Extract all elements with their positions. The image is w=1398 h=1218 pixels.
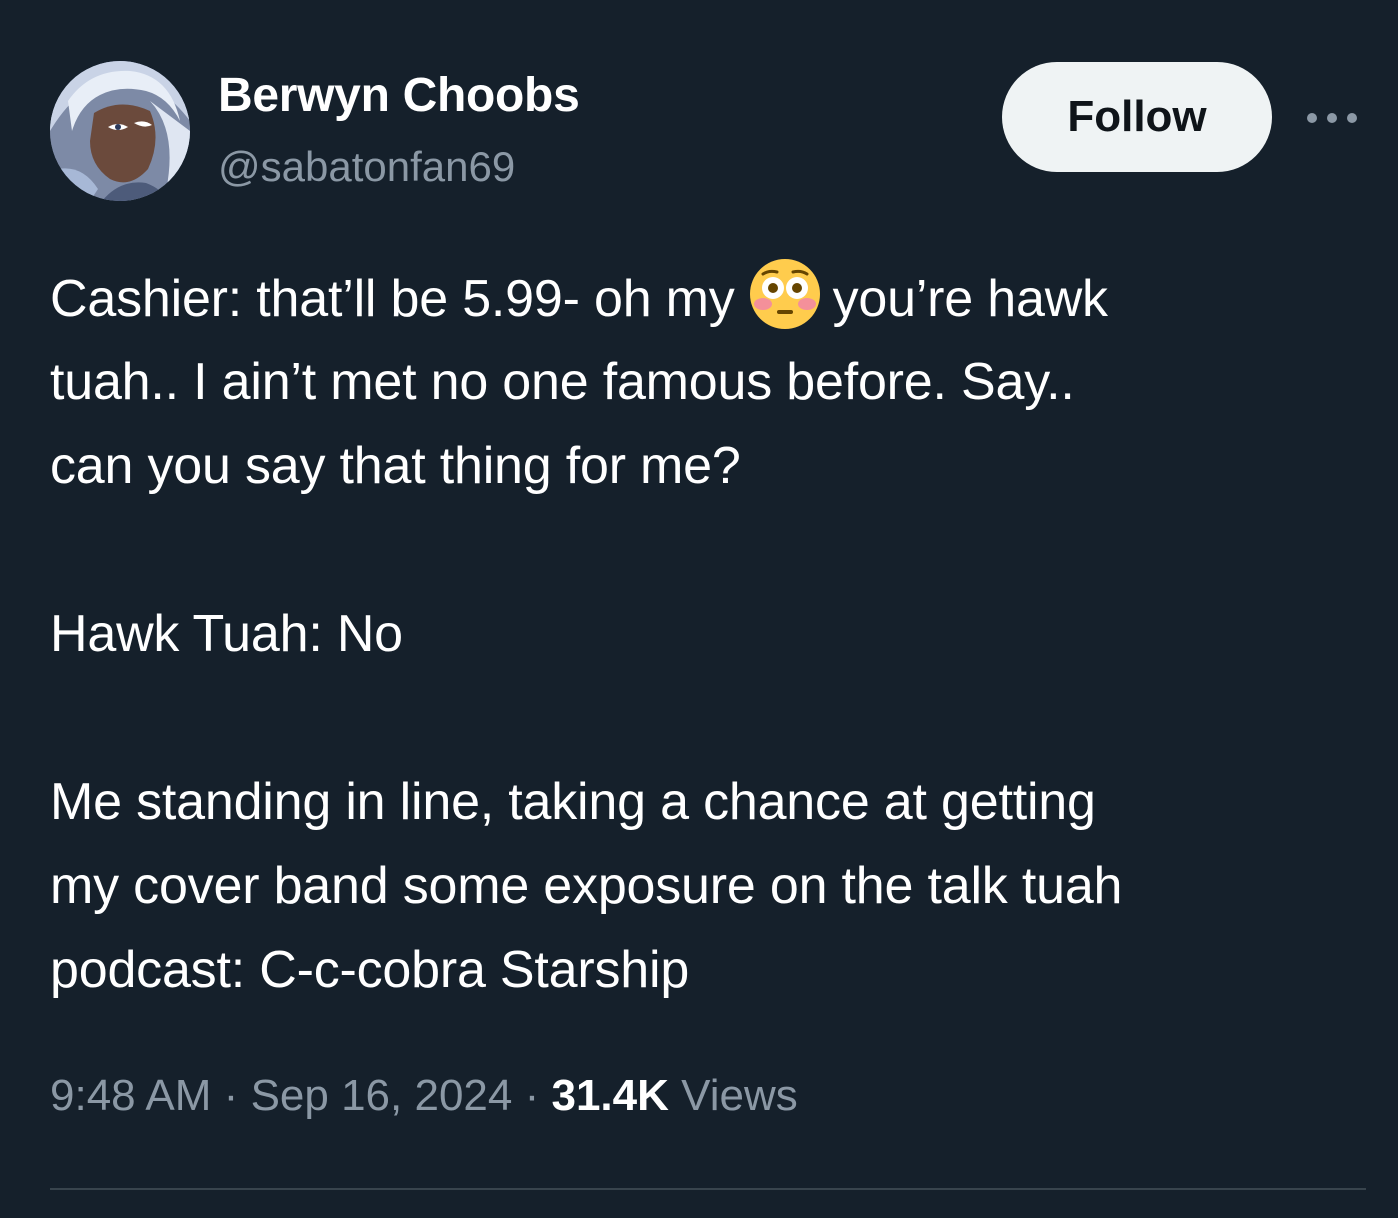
- tweet-text: Cashier: that’ll be 5.99- oh my you’re h…: [50, 256, 1360, 1012]
- tweet-date[interactable]: Sep 16, 2024: [251, 1071, 513, 1120]
- tweet-text-segment: you’re hawk: [832, 270, 1108, 328]
- meta-separator: ·: [524, 1071, 540, 1120]
- divider: [50, 1188, 1366, 1190]
- tweet-line: Cashier: that’ll be 5.99- oh my you’re h…: [50, 256, 1360, 340]
- author-handle[interactable]: @sabatonfan69: [218, 140, 515, 194]
- more-options-button[interactable]: [1300, 100, 1364, 136]
- tweet-time[interactable]: 9:48 AM: [50, 1071, 211, 1120]
- tweet-line: can you say that thing for me?: [50, 437, 741, 495]
- flushed-face-emoji-icon: [747, 256, 823, 332]
- follow-button[interactable]: Follow: [1002, 62, 1272, 172]
- more-horizontal-icon: [1307, 113, 1357, 123]
- tweet-line: podcast: C-c-cobra Starship: [50, 941, 690, 999]
- tweet-line: Me standing in line, taking a chance at …: [50, 773, 1096, 831]
- tweet-meta: 9:48 AM · Sep 16, 2024 · 31.4K Views: [50, 1064, 798, 1128]
- meta-separator: ·: [223, 1071, 239, 1120]
- avatar[interactable]: [50, 61, 190, 201]
- views-label: Views: [681, 1071, 798, 1120]
- views-count: 31.4K: [551, 1071, 669, 1120]
- tweet-text-segment: Cashier: that’ll be 5.99- oh my: [50, 270, 735, 328]
- tweet-line: tuah.. I ain’t met no one famous before.…: [50, 353, 1075, 411]
- tweet-line: Hawk Tuah: No: [50, 605, 403, 663]
- author-display-name[interactable]: Berwyn Choobs: [218, 66, 580, 126]
- tweet-line: my cover band some exposure on the talk …: [50, 857, 1123, 915]
- avatar-image: [50, 61, 190, 201]
